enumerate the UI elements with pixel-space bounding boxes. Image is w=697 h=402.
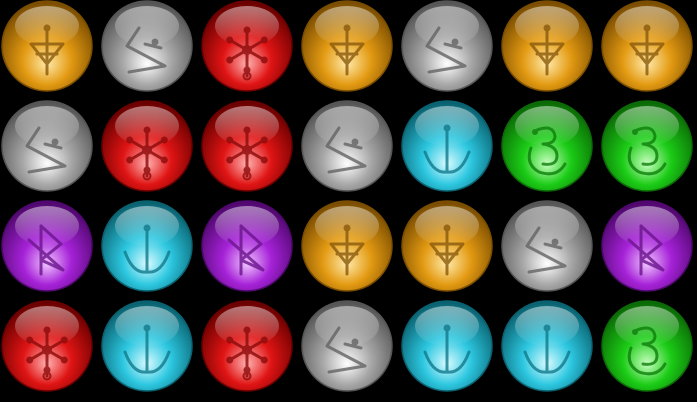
gem-green-r2c7[interactable] xyxy=(601,100,693,192)
gem-yellow-r1c6[interactable] xyxy=(501,0,593,92)
gem-red-r2c2[interactable] xyxy=(101,100,193,192)
gem-red-r4c1[interactable] xyxy=(1,300,93,392)
gem-gray-r2c1[interactable] xyxy=(1,100,93,192)
gem-gray-r1c5[interactable] xyxy=(401,0,493,92)
gem-purple-r3c3[interactable] xyxy=(201,200,293,292)
gem-cyan-r2c5[interactable] xyxy=(401,100,493,192)
gem-yellow-r3c4[interactable] xyxy=(301,200,393,292)
gem-cyan-r4c5[interactable] xyxy=(401,300,493,392)
gem-green-r2c6[interactable] xyxy=(501,100,593,192)
gem-red-r1c3[interactable] xyxy=(201,0,293,92)
game-board xyxy=(0,0,697,402)
gem-yellow-r1c7[interactable] xyxy=(601,0,693,92)
gem-red-r2c3[interactable] xyxy=(201,100,293,192)
gem-yellow-r3c5[interactable] xyxy=(401,200,493,292)
gem-gray-r4c4[interactable] xyxy=(301,300,393,392)
gem-grid xyxy=(1,0,693,392)
gem-red-r4c3[interactable] xyxy=(201,300,293,392)
gem-yellow-r1c1[interactable] xyxy=(1,0,93,92)
gem-purple-r3c7[interactable] xyxy=(601,200,693,292)
gem-cyan-r4c6[interactable] xyxy=(501,300,593,392)
gem-cyan-r3c2[interactable] xyxy=(101,200,193,292)
gem-gray-r1c2[interactable] xyxy=(101,0,193,92)
gem-gray-r3c6[interactable] xyxy=(501,200,593,292)
gem-purple-r3c1[interactable] xyxy=(1,200,93,292)
gem-green-r4c7[interactable] xyxy=(601,300,693,392)
gem-gray-r2c4[interactable] xyxy=(301,100,393,192)
gem-cyan-r4c2[interactable] xyxy=(101,300,193,392)
gem-yellow-r1c4[interactable] xyxy=(301,0,393,92)
